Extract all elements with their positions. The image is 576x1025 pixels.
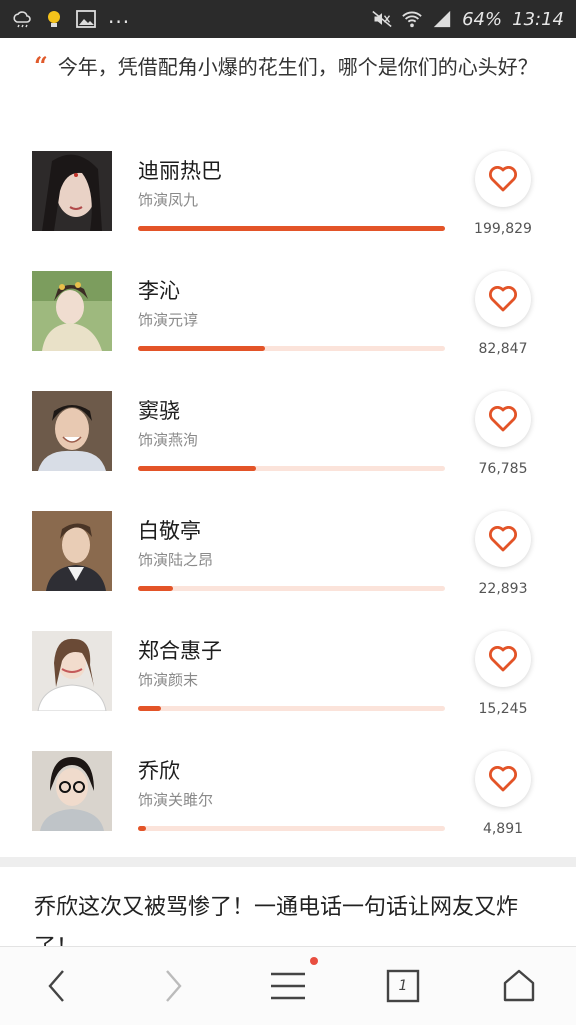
vote-progress-fill: [138, 706, 162, 711]
candidate-role: 饰演陆之昂: [138, 551, 214, 569]
candidate-role: 饰演元谆: [138, 311, 199, 329]
heart-icon: [489, 766, 517, 792]
poll-question-text: 今年，凭借配角小爆的花生们，哪个是你们的心头好？: [57, 55, 538, 79]
mute-icon: [372, 9, 392, 29]
vote-progress-bar: [138, 226, 445, 231]
bottom-navigation-bar: 1: [0, 946, 576, 1025]
candidate-item: 乔欣 饰演关雎尔 4,891: [0, 751, 576, 871]
avatar: [32, 511, 112, 591]
heart-icon: [489, 166, 517, 192]
vote-count: 82,847: [478, 341, 528, 357]
candidate-name: 李沁: [138, 279, 180, 303]
vote-count: 199,829: [474, 221, 532, 237]
vote-progress-bar: [138, 826, 445, 831]
avatar: [32, 151, 112, 231]
back-button[interactable]: [27, 961, 87, 1011]
heart-icon: [489, 286, 517, 312]
like-button[interactable]: [475, 391, 531, 447]
menu-button[interactable]: [258, 957, 318, 1011]
weather-icon: [12, 9, 32, 29]
like-button[interactable]: [475, 151, 531, 207]
poll-question: “ 今年，凭借配角小爆的花生们，哪个是你们的心头好？: [34, 44, 544, 89]
vote-progress-fill: [138, 826, 146, 831]
signal-icon: [432, 9, 452, 29]
vote-count: 4,891: [482, 821, 524, 837]
avatar: [32, 271, 112, 351]
candidate-role: 饰演凤九: [138, 191, 199, 209]
lightbulb-icon: [44, 9, 64, 29]
vote-count: 15,245: [478, 701, 528, 717]
chevron-right-icon: [166, 970, 182, 1002]
tabs-button[interactable]: 1: [373, 961, 433, 1011]
vote-progress-bar: [138, 466, 445, 471]
avatar: [32, 631, 112, 711]
candidate-item: 迪丽热巴 饰演凤九 199,829: [0, 151, 576, 271]
chevron-left-icon: [48, 970, 64, 1002]
vote-progress-fill: [138, 346, 266, 351]
vote-progress-fill: [138, 586, 174, 591]
section-divider: [0, 857, 576, 867]
forward-button[interactable]: [143, 961, 203, 1011]
heart-icon: [489, 406, 517, 432]
candidate-item: 窦骁 饰演燕洵 76,785: [0, 391, 576, 511]
candidate-name: 白敬亭: [138, 519, 201, 543]
vote-progress-bar: [138, 586, 445, 591]
quote-icon: “: [34, 51, 48, 80]
like-button[interactable]: [475, 271, 531, 327]
avatar: [32, 751, 112, 831]
gallery-icon: [76, 9, 96, 29]
heart-icon: [489, 526, 517, 552]
like-button[interactable]: [475, 631, 531, 687]
battery-percentage: 64%: [462, 8, 503, 30]
tabs-count: 1: [398, 978, 408, 994]
vote-count: 76,785: [478, 461, 528, 477]
avatar: [32, 391, 112, 471]
candidate-role: 饰演关雎尔: [138, 791, 214, 809]
candidate-name: 郑合惠子: [138, 639, 222, 663]
vote-progress-bar: [138, 706, 445, 711]
candidate-item: 郑合惠子 饰演颜末 15,245: [0, 631, 576, 751]
candidate-name: 迪丽热巴: [138, 159, 222, 183]
vote-progress-fill: [138, 226, 445, 231]
candidate-item: 李沁 饰演元谆 82,847: [0, 271, 576, 391]
article-title-link[interactable]: 乔欣这次又被骂惨了！一通电话一句话让网友又炸了！: [34, 888, 544, 946]
vote-progress-fill: [138, 466, 257, 471]
notification-dot: [310, 957, 318, 965]
clock: 13:14: [512, 8, 564, 30]
candidate-item: 白敬亭 饰演陆之昂 22,893: [0, 511, 576, 631]
like-button[interactable]: [475, 511, 531, 567]
candidate-role: 饰演颜末: [138, 671, 199, 689]
candidate-role: 饰演燕洵: [138, 431, 199, 449]
status-bar: ... 64% 13:14: [0, 0, 576, 38]
vote-count: 22,893: [478, 581, 528, 597]
heart-icon: [489, 646, 517, 672]
vote-progress-bar: [138, 346, 445, 351]
menu-icon: [271, 972, 305, 1000]
home-icon: [503, 969, 535, 1002]
candidate-name: 窦骁: [138, 399, 180, 423]
more-notifications: ...: [108, 4, 131, 28]
wifi-icon: [402, 9, 422, 29]
like-button[interactable]: [475, 751, 531, 807]
candidate-name: 乔欣: [138, 759, 180, 783]
home-button[interactable]: [489, 961, 549, 1011]
